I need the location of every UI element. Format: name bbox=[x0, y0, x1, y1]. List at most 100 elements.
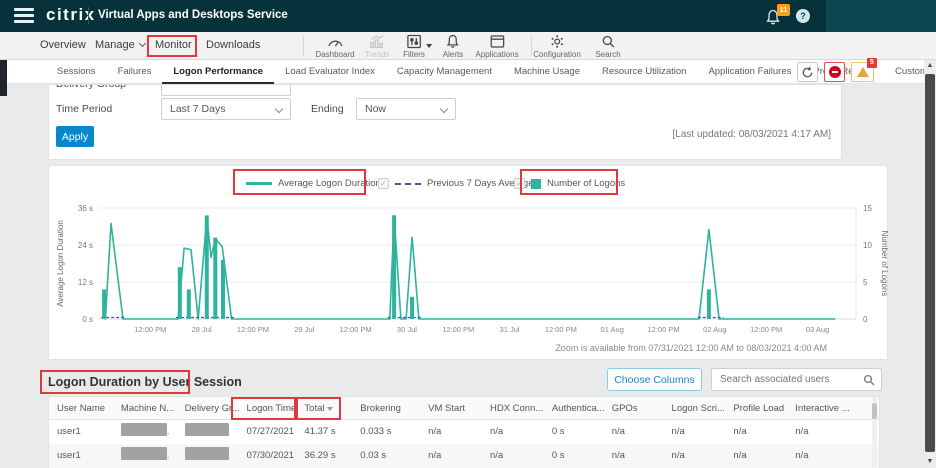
svg-text:12:00 PM: 12:00 PM bbox=[237, 325, 269, 334]
divider bbox=[88, 7, 89, 24]
subtab-application-failures[interactable]: Application Failures bbox=[697, 60, 802, 84]
nav-tool-dashboard[interactable]: Dashboard bbox=[315, 34, 354, 59]
user-menu[interactable]: OrgID: bbox=[826, 0, 936, 32]
last-updated-text: [Last updated: 08/03/2021 4:17 AM] bbox=[673, 129, 831, 140]
nav-item-manage[interactable]: Manage bbox=[95, 39, 145, 51]
scroll-up-arrow[interactable]: ▲ bbox=[924, 60, 936, 72]
column-header-vm-start[interactable]: VM Start bbox=[420, 397, 482, 419]
column-header-total[interactable]: Total bbox=[296, 397, 352, 419]
ending-select[interactable]: Now bbox=[356, 98, 456, 120]
svg-text:30 Jul: 30 Jul bbox=[397, 325, 417, 334]
legend-swatch-line bbox=[246, 182, 272, 185]
table-cell: n/a bbox=[420, 420, 482, 444]
table-cell: 07/30/2021 2... bbox=[239, 444, 297, 468]
ending-label: Ending bbox=[311, 103, 344, 115]
svg-text:5: 5 bbox=[863, 278, 868, 287]
nav-item-monitor[interactable]: Monitor bbox=[155, 39, 192, 51]
window-scrollbar-thumb[interactable] bbox=[925, 74, 935, 452]
scroll-down-arrow[interactable]: ▼ bbox=[924, 456, 936, 468]
legend-item-average-logon-duration: Average Logon Duration bbox=[246, 178, 381, 189]
hamburger-menu-icon[interactable] bbox=[14, 8, 34, 23]
svg-text:10: 10 bbox=[863, 241, 872, 250]
column-header-hdx-conn-[interactable]: HDX Conn... bbox=[482, 397, 544, 419]
divider bbox=[303, 36, 304, 56]
search-icon bbox=[595, 34, 620, 49]
table-row[interactable]: user1.07/30/2021 2...36.29 s0.03 sn/an/a… bbox=[49, 444, 879, 468]
svg-text:24 s: 24 s bbox=[78, 241, 93, 250]
column-header-machine-n-[interactable]: Machine N... bbox=[113, 397, 177, 419]
apply-button[interactable]: Apply bbox=[56, 126, 94, 147]
redacted-cell: . bbox=[113, 444, 177, 468]
subtab-load-evaluator-index[interactable]: Load Evaluator Index bbox=[274, 60, 386, 84]
column-header-interactive-[interactable]: Interactive ... bbox=[787, 397, 879, 419]
table-scrollbar[interactable] bbox=[872, 397, 877, 467]
subtab-capacity-management[interactable]: Capacity Management bbox=[386, 60, 503, 84]
table-cell: n/a bbox=[664, 444, 726, 468]
time-period-label: Time Period bbox=[56, 103, 112, 115]
nav-tool-filters[interactable]: Filters bbox=[403, 34, 425, 59]
logon-performance-chart[interactable]: 0 s12 s24 s36 s05101512:00 PM28 Jul12:00… bbox=[49, 194, 889, 344]
table-cell: 0.03 s bbox=[352, 444, 420, 468]
legend-swatch-dashed bbox=[395, 183, 421, 185]
column-header-brokering[interactable]: Brokering bbox=[352, 397, 420, 419]
legend-item-previous-7-days-average: ✓Previous 7 Days Average bbox=[378, 178, 534, 189]
window-scrollbar[interactable]: ▲ ▼ bbox=[924, 60, 936, 468]
svg-text:02 Aug: 02 Aug bbox=[703, 325, 726, 334]
column-header-logon-time[interactable]: Logon Time bbox=[239, 397, 297, 419]
table-cell: user1 bbox=[49, 444, 113, 468]
time-period-select[interactable]: Last 7 Days bbox=[161, 98, 291, 120]
table-cell: user1 bbox=[49, 420, 113, 444]
table-cell: n/a bbox=[482, 420, 544, 444]
subtab-machine-usage[interactable]: Machine Usage bbox=[503, 60, 591, 84]
product-title: Virtual Apps and Desktops Service bbox=[98, 9, 288, 21]
svg-text:03 Aug: 03 Aug bbox=[806, 325, 829, 334]
monitor-subnav: SessionsFailuresLogon PerformanceLoad Ev… bbox=[0, 60, 936, 84]
nav-item-downloads[interactable]: Downloads bbox=[206, 39, 260, 51]
legend-checkbox[interactable]: ✓ bbox=[378, 178, 389, 189]
column-header-logon-scri-[interactable]: Logon Scri... bbox=[664, 397, 726, 419]
svg-text:Number of Logons: Number of Logons bbox=[880, 231, 889, 297]
table-scrollbar-thumb[interactable] bbox=[872, 403, 877, 419]
column-header-authentica-[interactable]: Authentica... bbox=[544, 397, 604, 419]
table-cell: 07/27/2021 5... bbox=[239, 420, 297, 444]
nav-tool-configuration[interactable]: Configuration bbox=[533, 34, 581, 59]
table-cell: 36.29 s bbox=[296, 444, 352, 468]
trends-icon bbox=[365, 34, 390, 49]
filters-icon bbox=[403, 34, 425, 49]
errors-indicator-button[interactable] bbox=[824, 62, 845, 82]
svg-text:12:00 PM: 12:00 PM bbox=[340, 325, 372, 334]
subtab-resource-utilization[interactable]: Resource Utilization bbox=[591, 60, 697, 84]
svg-text:12:00 PM: 12:00 PM bbox=[442, 325, 474, 334]
svg-text:12:00 PM: 12:00 PM bbox=[750, 325, 782, 334]
nav-tool-applications[interactable]: Applications bbox=[475, 34, 518, 59]
chevron-down-icon bbox=[440, 105, 448, 113]
search-input[interactable] bbox=[712, 369, 860, 390]
subtab-failures[interactable]: Failures bbox=[107, 60, 163, 84]
nav-item-overview[interactable]: Overview bbox=[40, 39, 86, 51]
choose-columns-button[interactable]: Choose Columns bbox=[607, 368, 702, 391]
legend-checkbox[interactable]: ✓ bbox=[514, 178, 525, 189]
table-cell: 41.37 s bbox=[296, 420, 352, 444]
delivery-group-label: Delivery Group bbox=[56, 84, 126, 90]
redacted-cell bbox=[177, 420, 239, 444]
table-cell: n/a bbox=[725, 420, 787, 444]
chevron-down-icon bbox=[275, 105, 283, 113]
column-header-delivery-gr-[interactable]: Delivery Gr... bbox=[177, 397, 239, 419]
svg-text:12:00 PM: 12:00 PM bbox=[134, 325, 166, 334]
help-icon[interactable]: ? bbox=[796, 9, 810, 23]
refresh-button[interactable] bbox=[797, 62, 818, 82]
alerts-icon bbox=[443, 34, 463, 49]
column-header-user-name[interactable]: User Name bbox=[49, 397, 113, 419]
column-header-profile-load[interactable]: Profile Load bbox=[725, 397, 787, 419]
subtab-sessions[interactable]: Sessions bbox=[46, 60, 107, 84]
subtab-logon-performance[interactable]: Logon Performance bbox=[162, 60, 274, 84]
nav-tool-search[interactable]: Search bbox=[595, 34, 620, 59]
delivery-group-select[interactable] bbox=[161, 84, 291, 96]
svg-text:29 Jul: 29 Jul bbox=[294, 325, 314, 334]
column-header-gpos[interactable]: GPOs bbox=[604, 397, 664, 419]
alerts-indicator-button[interactable]: 5 bbox=[851, 62, 874, 82]
table-row[interactable]: user1.07/27/2021 5...41.37 s0.033 sn/an/… bbox=[49, 420, 879, 444]
nav-tool-alerts[interactable]: Alerts bbox=[443, 34, 463, 59]
table-cell: 0 s bbox=[544, 420, 604, 444]
svg-text:0: 0 bbox=[863, 315, 868, 324]
